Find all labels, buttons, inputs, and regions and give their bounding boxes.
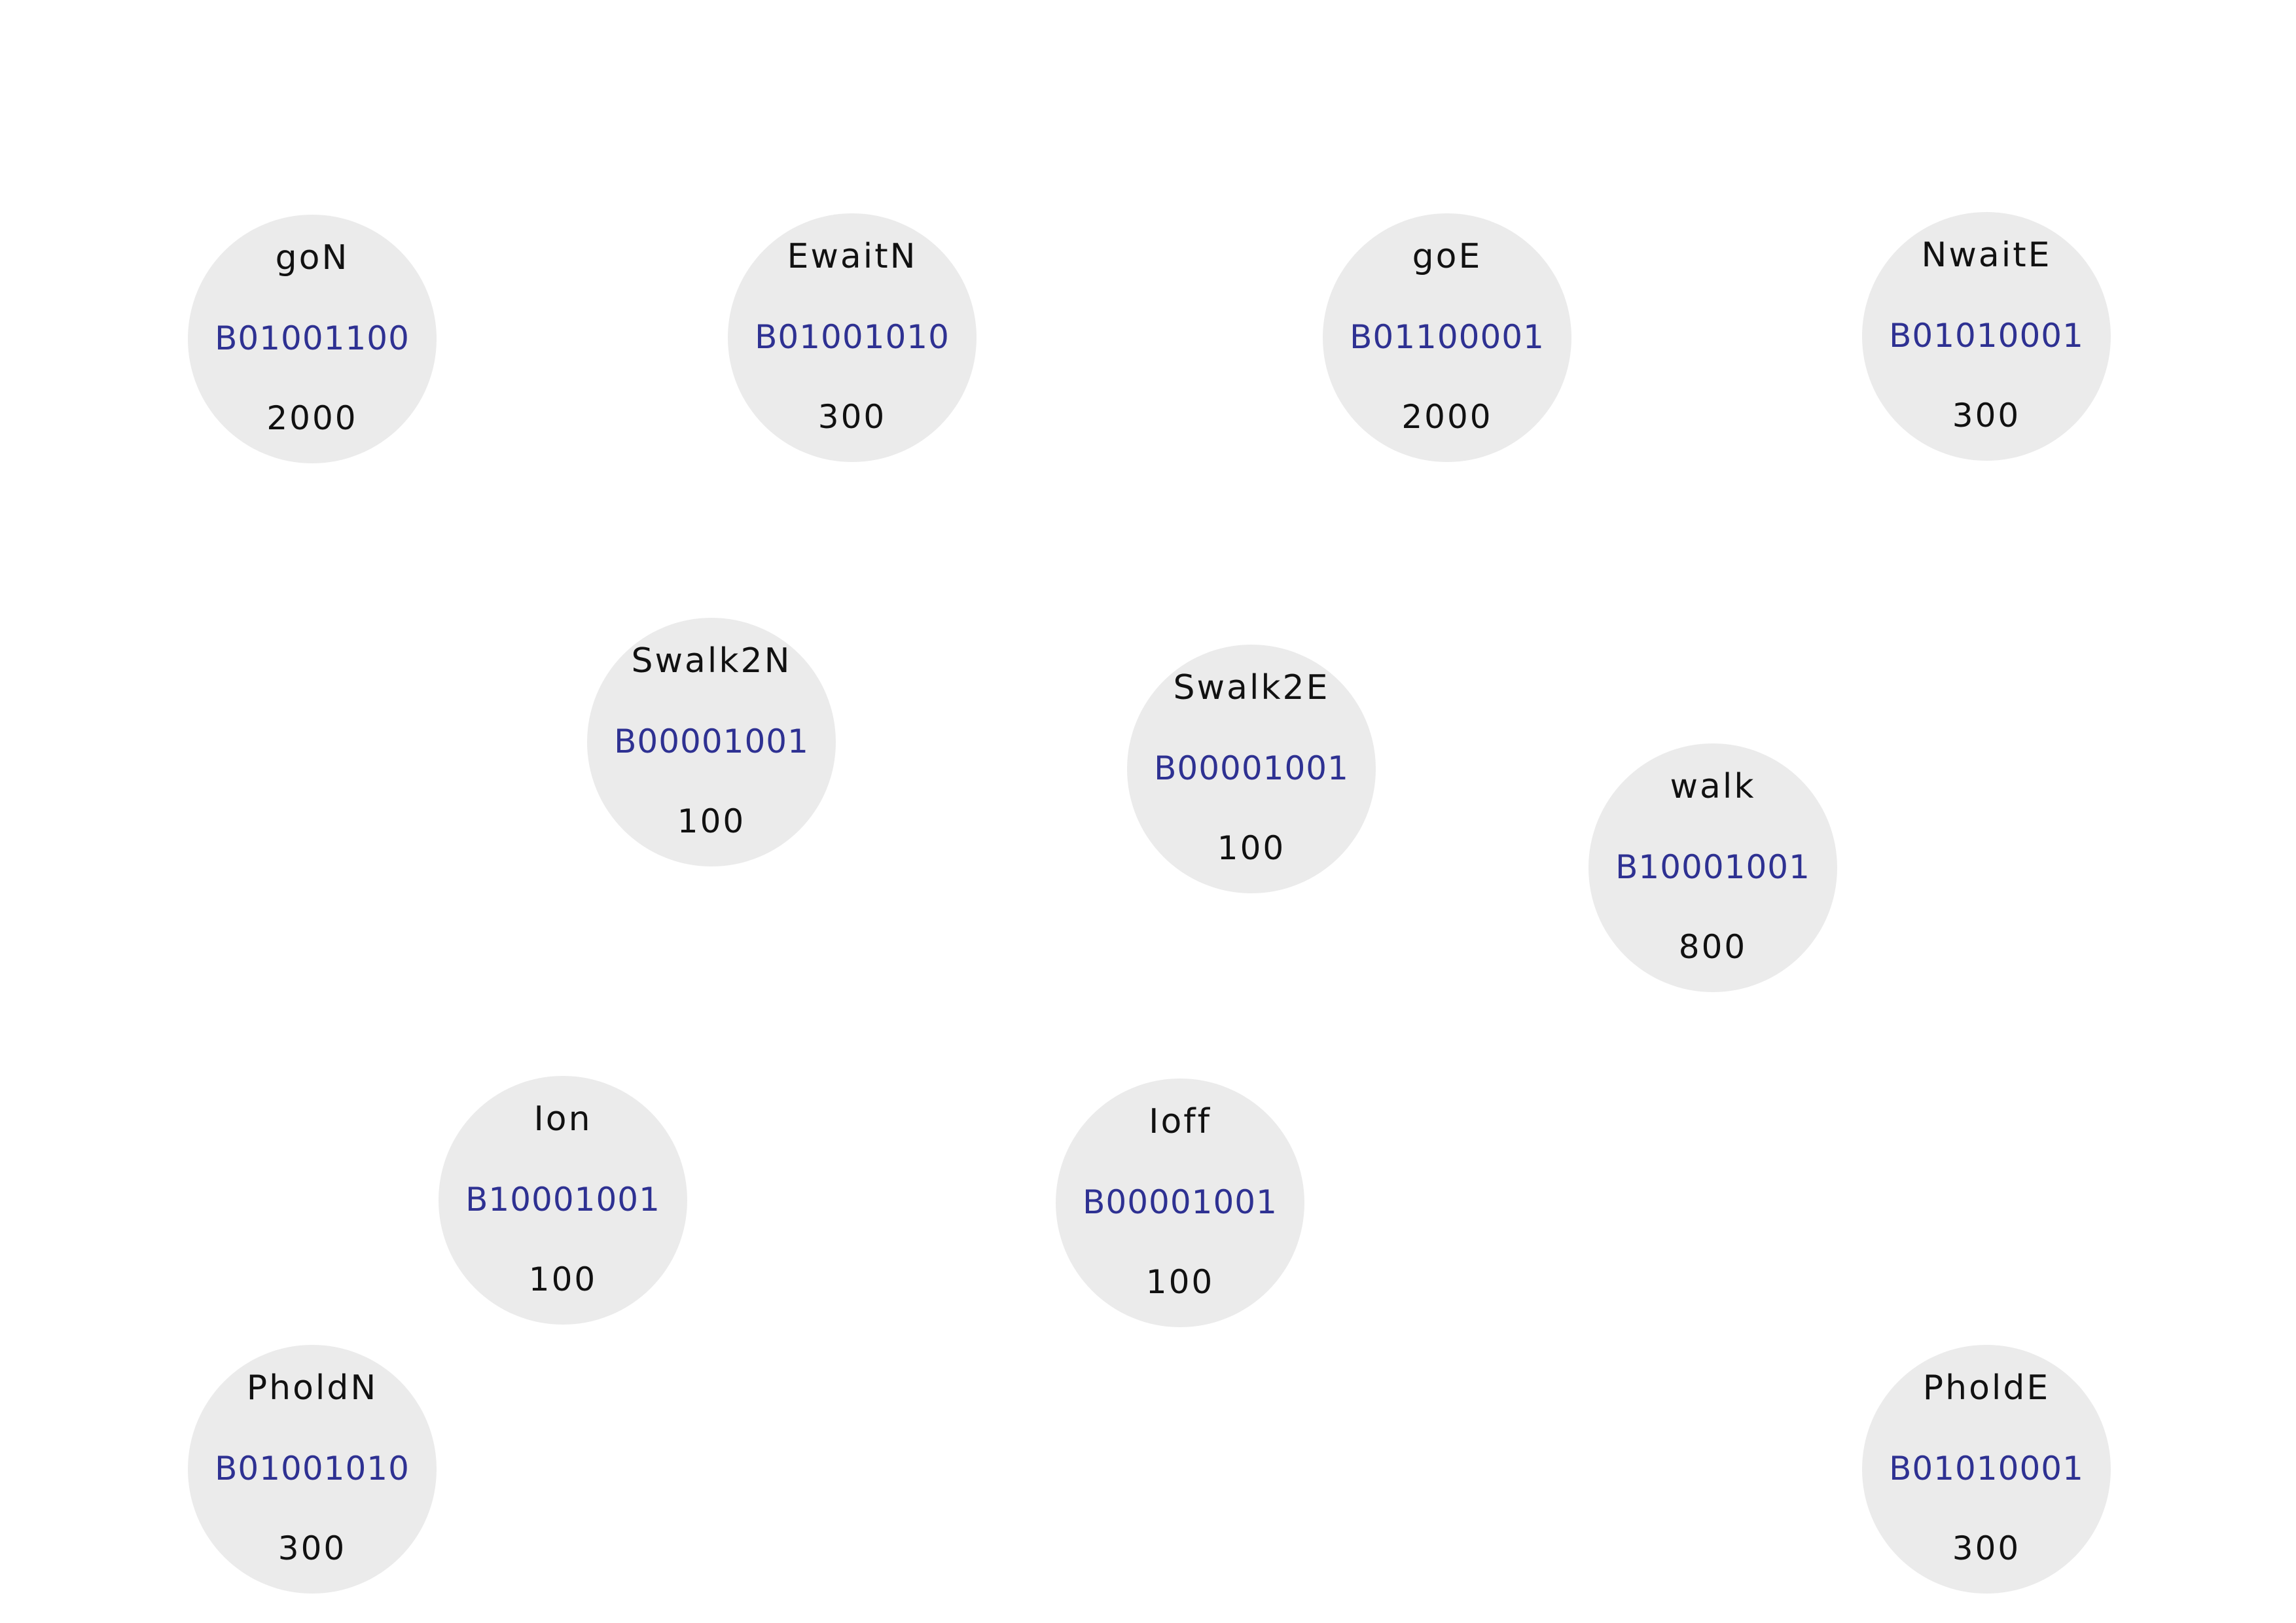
- state-node-goN[interactable]: goN B01001100 2000: [188, 215, 437, 463]
- state-name: PholdN: [246, 1368, 378, 1408]
- state-duration: 300: [817, 398, 887, 436]
- state-node-PholdE[interactable]: PholdE B01010001 300: [1862, 1345, 2111, 1594]
- state-duration: 800: [1678, 928, 1748, 966]
- state-name: goN: [275, 238, 350, 277]
- state-duration: 100: [528, 1260, 598, 1298]
- state-duration: 300: [278, 1529, 347, 1567]
- state-name: NwaitE: [1921, 236, 2052, 275]
- state-name: goE: [1412, 237, 1482, 276]
- state-duration: 100: [1217, 829, 1286, 867]
- state-code: B01010001: [1889, 1450, 2084, 1488]
- state-code: B10001001: [465, 1181, 660, 1219]
- state-code: B00001001: [614, 722, 809, 760]
- state-duration: 2000: [266, 399, 358, 437]
- state-name: Swalk2E: [1173, 668, 1330, 707]
- state-node-Swalk2N[interactable]: Swalk2N B00001001 100: [587, 618, 836, 866]
- state-node-Swalk2E[interactable]: Swalk2E B00001001 100: [1127, 645, 1376, 893]
- state-node-Ion[interactable]: Ion B10001001 100: [439, 1076, 687, 1325]
- state-node-NwaitE[interactable]: NwaitE B01010001 300: [1862, 212, 2111, 461]
- state-duration: 100: [1145, 1263, 1215, 1301]
- state-duration: 2000: [1401, 398, 1493, 436]
- state-name: EwaitN: [787, 237, 918, 276]
- state-code: B00001001: [1083, 1183, 1278, 1221]
- state-diagram-canvas: goN B01001100 2000 EwaitN B01001010 300 …: [0, 0, 2296, 1623]
- state-duration: 300: [1952, 1529, 2021, 1567]
- state-duration: 300: [1952, 397, 2021, 435]
- state-node-PholdN[interactable]: PholdN B01001010 300: [188, 1345, 437, 1594]
- state-code: B00001001: [1154, 749, 1349, 787]
- state-node-walk[interactable]: walk B10001001 800: [1588, 743, 1837, 992]
- state-name: PholdE: [1922, 1368, 2051, 1408]
- state-code: B01001010: [215, 1450, 410, 1488]
- state-code: B10001001: [1615, 848, 1810, 886]
- state-name: Ioff: [1149, 1102, 1211, 1141]
- state-code: B01001010: [755, 318, 950, 356]
- state-name: Swalk2N: [631, 641, 792, 681]
- state-node-goE[interactable]: goE B01100001 2000: [1323, 213, 1571, 462]
- state-code: B01010001: [1889, 317, 2084, 355]
- state-duration: 100: [677, 802, 746, 840]
- state-node-EwaitN[interactable]: EwaitN B01001010 300: [728, 213, 977, 462]
- state-name: walk: [1670, 767, 1756, 806]
- state-code: B01001100: [215, 319, 410, 357]
- state-name: Ion: [533, 1099, 592, 1139]
- state-code: B01100001: [1350, 318, 1545, 356]
- state-node-Ioff[interactable]: Ioff B00001001 100: [1056, 1079, 1304, 1327]
